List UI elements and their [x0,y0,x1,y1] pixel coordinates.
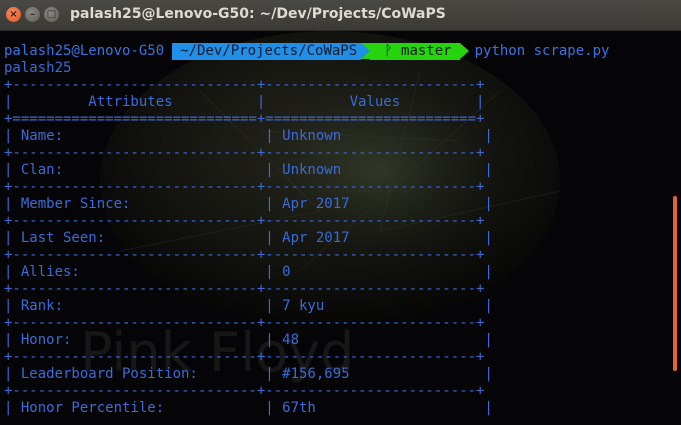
terminal-window: × – □ palash25@Lenovo-G50: ~/Dev/Project… [0,0,681,425]
table-row: | Allies: | 0 | [4,264,493,280]
table-border: +-----------------------------+---------… [4,145,485,161]
window-title: palash25@Lenovo-G50: ~/Dev/Projects/CoWa… [70,6,446,22]
table-border: +-----------------------------+---------… [4,349,485,365]
table-row: | Last Seen: | Apr 2017 | [4,230,493,246]
prompt-branch-label: master [401,43,452,59]
prompt-directory: ~/Dev/Projects/CoWaPS [172,43,362,60]
segment-arrow [361,43,371,59]
scrollbar[interactable] [673,196,677,371]
table-row: | Member Since: | Apr 2017 | [4,196,493,212]
table-border: +-----------------------------+---------… [4,383,485,399]
prompt-user-host: palash25@Lenovo-G50 [4,43,165,59]
table-row: | Rank: | 7 kyu | [4,298,493,314]
output-username: palash25 [4,60,72,76]
minimize-icon[interactable]: – [25,7,40,22]
table-row: | Name: | Unknown | [4,128,493,144]
table-border: +-----------------------------+---------… [4,315,485,331]
table-row: | Honor Percentile: | 67th | [4,400,493,416]
table-row: | Leaderboard Position: | #156,695 | [4,366,493,382]
table-border: +-----------------------------+---------… [4,77,485,93]
maximize-icon[interactable]: □ [44,7,59,22]
table-header: | Attributes | Values | [4,94,485,110]
git-branch-icon: ᚹ [384,43,402,59]
table-row: | Clan: | Unknown | [4,162,493,178]
title-bar[interactable]: × – □ palash25@Lenovo-G50: ~/Dev/Project… [0,0,681,31]
table-border: +-----------------------------+---------… [4,179,485,195]
table-header-separator: +=============================+=========… [4,111,485,127]
table-border: +-----------------------------+---------… [4,281,485,297]
table-row: | Honor: | 48 | [4,332,493,348]
prompt-branch: ᚹ master [370,43,460,60]
prompt-command: python scrape.py [474,43,610,59]
table-border: +-----------------------------+---------… [4,247,485,263]
close-icon[interactable]: × [6,7,21,22]
shell-prompt: palash25@Lenovo-G50 ~/Dev/Projects/CoWaPS… [4,43,609,60]
segment-arrow [459,43,469,59]
terminal-content[interactable]: Pink Floyd palash25@Lenovo-G50 ~/Dev/Proj… [0,31,681,425]
table-border: +-----------------------------+---------… [4,213,485,229]
